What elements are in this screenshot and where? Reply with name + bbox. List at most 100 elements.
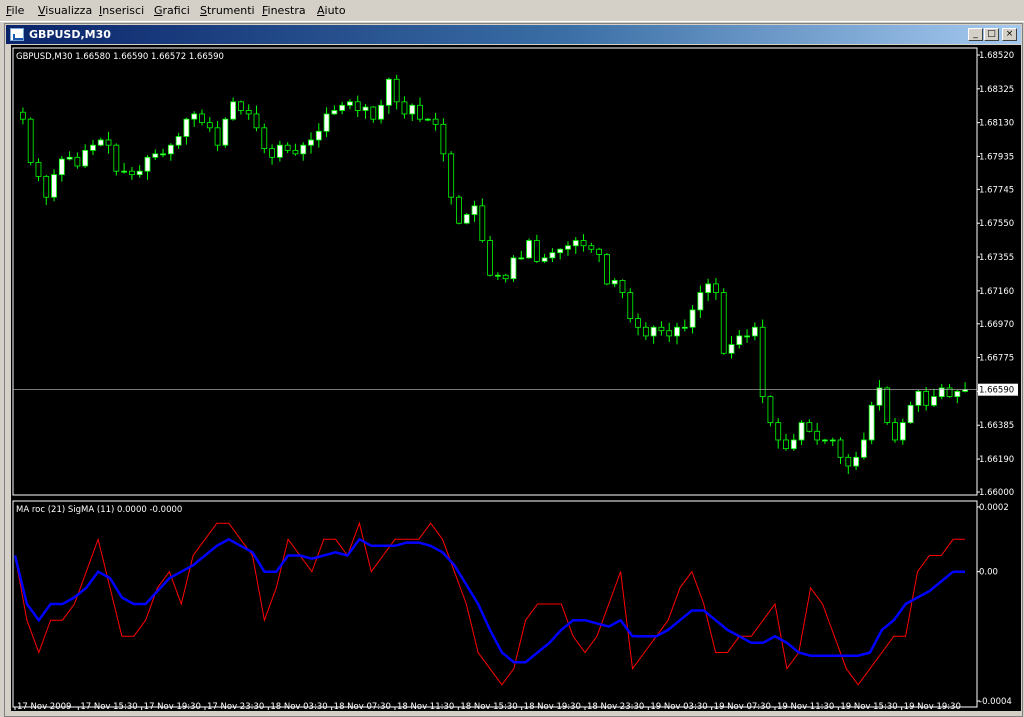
candle-body xyxy=(689,309,696,328)
candle-body xyxy=(666,330,673,337)
candle-body xyxy=(611,280,618,285)
time-tick-label: 17 Nov 19:30 xyxy=(144,702,201,711)
candle-body xyxy=(720,292,727,354)
candle-body xyxy=(533,240,540,262)
candle-body xyxy=(424,118,431,121)
price-pane-frame xyxy=(12,47,978,496)
indicator-pane: 0.0002 0.00 -0.0004 MA roc (21) SigMA (11) … xyxy=(12,500,1012,708)
time-tick-label: 19 Nov 19:30 xyxy=(904,702,961,711)
minimize-button[interactable]: _ xyxy=(968,28,983,41)
candle-body xyxy=(136,170,143,176)
candle-body xyxy=(775,422,782,441)
time-tick-label: 17 Nov 15:30 xyxy=(80,702,137,711)
close-button[interactable]: × xyxy=(1002,28,1017,41)
candle-body xyxy=(487,240,494,276)
candle-body xyxy=(713,283,719,293)
price-tick-label: 1.67160 xyxy=(979,287,1014,297)
candle-body xyxy=(191,113,198,120)
time-tick-label: 19 Nov 03:30 xyxy=(650,702,707,711)
candle-body xyxy=(572,240,579,247)
menu-view[interactable]: Visualizza xyxy=(38,4,92,17)
price-header: GBPUSD,M30 1.66580 1.66590 1.66572 1.665… xyxy=(16,52,224,62)
time-tick-label: 18 Nov 11:30 xyxy=(397,702,454,711)
time-tick-label: 17 Nov 2009 xyxy=(17,702,71,711)
price-tick-label: 1.68130 xyxy=(979,119,1014,129)
candle-body xyxy=(744,335,750,338)
candle-body xyxy=(705,283,712,293)
candle-body xyxy=(230,101,237,120)
candle-body xyxy=(175,136,182,146)
candle-body xyxy=(401,101,408,115)
time-tick-label: 19 Nov 15:30 xyxy=(840,702,897,711)
time-tick-label: 18 Nov 07:30 xyxy=(334,702,391,711)
candle-body xyxy=(222,118,229,146)
menu-tools[interactable]: Strumenti xyxy=(200,4,255,17)
candle-body xyxy=(580,240,587,247)
price-tick-label: 1.67745 xyxy=(979,185,1014,195)
candle-body xyxy=(347,101,353,106)
chart-area[interactable]: 1.68520 1.68325 1.68130 1.67935 1.67745 1.675… xyxy=(11,45,1021,711)
candle-body xyxy=(269,148,275,158)
menu-file[interactable]: File xyxy=(6,4,24,17)
candle-body xyxy=(938,387,945,398)
candle-body xyxy=(494,274,501,277)
candle-body xyxy=(884,387,891,424)
time-tick-label: 17 Nov 23:30 xyxy=(207,702,264,711)
candle-body xyxy=(300,144,307,155)
chart-icon xyxy=(10,28,24,41)
candle-body xyxy=(35,162,42,177)
window-titlebar[interactable]: GBPUSD,M30 _ □ × xyxy=(6,25,1021,44)
window-title: GBPUSD,M30 xyxy=(29,28,111,41)
candle-body xyxy=(315,130,322,141)
candle-body xyxy=(43,175,50,198)
candle-body xyxy=(97,139,104,146)
candle-body xyxy=(113,144,120,172)
candle-body xyxy=(907,404,914,424)
menu-help[interactable]: Aiuto xyxy=(317,4,346,17)
menu-bar: File Visualizza Inserisci Grafici Strume… xyxy=(0,0,1024,22)
menu-window[interactable]: Finestra xyxy=(262,4,306,17)
maximize-button[interactable]: □ xyxy=(984,28,999,41)
candle-body xyxy=(557,248,564,254)
candle-body xyxy=(783,439,789,450)
indicator-tick-label: 0.00 xyxy=(979,568,998,578)
candle-body xyxy=(759,326,766,398)
candle-body xyxy=(238,101,244,111)
candle-body xyxy=(448,153,455,198)
candle-body xyxy=(82,149,89,167)
candle-body xyxy=(697,292,704,311)
candle-body xyxy=(565,245,571,250)
indicator-tick-label: 0.0002 xyxy=(979,503,1009,513)
candle-body xyxy=(837,439,844,458)
candle-body xyxy=(409,104,416,115)
candle-body xyxy=(510,257,517,280)
candle-body xyxy=(463,214,470,224)
candle-body xyxy=(90,144,96,151)
candle-body xyxy=(635,318,641,328)
price-tick-label: 1.67550 xyxy=(979,219,1014,229)
candle-body xyxy=(479,205,486,241)
menu-charts[interactable]: Grafici xyxy=(154,4,190,17)
candle-body xyxy=(206,122,213,129)
time-tick-label: 18 Nov 03:30 xyxy=(270,702,327,711)
candle-body xyxy=(541,257,548,262)
candle-body xyxy=(152,153,159,158)
candle-body xyxy=(954,391,961,398)
candle-body xyxy=(167,144,174,155)
menu-insert[interactable]: Inserisci xyxy=(99,4,144,17)
candle-body xyxy=(876,387,883,406)
candle-body xyxy=(323,113,330,132)
price-pane: 1.68520 1.68325 1.68130 1.67935 1.67745 1.675… xyxy=(12,47,1018,498)
candle-body xyxy=(549,252,556,259)
candle-body xyxy=(27,118,34,163)
candle-body xyxy=(292,149,299,155)
price-tick-label: 1.67935 xyxy=(979,152,1014,162)
current-price-label: 1.66590 xyxy=(979,386,1014,396)
candle-body xyxy=(681,326,688,329)
candle-body xyxy=(751,326,758,337)
price-tick-label: 1.66970 xyxy=(979,320,1014,330)
chart-svg[interactable]: 1.68520 1.68325 1.68130 1.67935 1.67745 1.675… xyxy=(11,45,1021,711)
candle-body xyxy=(51,174,57,198)
price-tick-label: 1.66000 xyxy=(979,488,1014,498)
candle-body xyxy=(915,391,922,406)
